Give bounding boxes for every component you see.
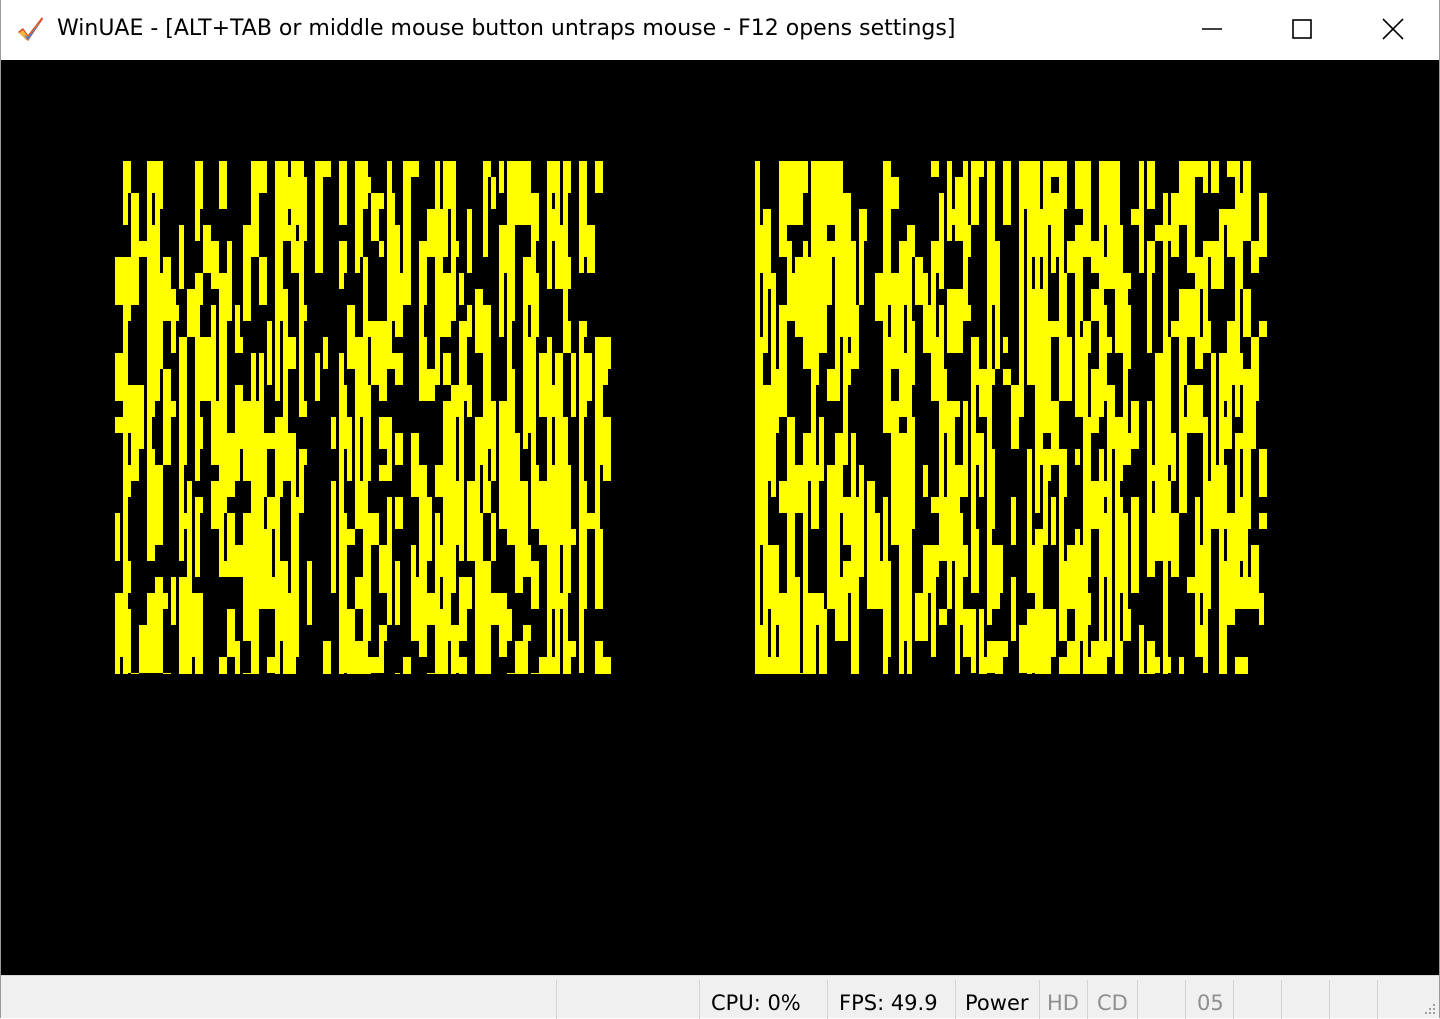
cpu-indicator: CPU: 0% [699,980,827,1019]
title-bar[interactable]: WinUAE - [ALT+TAB or middle mouse button… [1,0,1439,60]
checkmark-icon [18,17,43,41]
close-button[interactable] [1348,0,1438,58]
status-message-area [1,980,556,1019]
drive-led-3[interactable] [1329,980,1377,1019]
maximize-button[interactable] [1257,0,1347,58]
close-icon [1382,18,1404,40]
drive-led-0[interactable] [1137,980,1185,1019]
hd-led[interactable]: HD [1039,980,1087,1019]
drive-led-1[interactable] [1233,980,1281,1019]
fps-indicator: FPS: 49.9 [827,980,955,1019]
minimize-icon [1202,28,1222,30]
cd-led[interactable]: CD [1087,980,1137,1019]
drive-led-2[interactable] [1281,980,1329,1019]
drive-counter[interactable]: 05 [1185,980,1233,1019]
maximize-icon [1292,19,1312,39]
emulator-display[interactable] [1,60,1439,975]
left-pattern-block [115,161,611,674]
status-blank-pane [556,980,699,1019]
resize-grip-icon[interactable] [1421,1000,1437,1016]
winuae-window: WinUAE - [ALT+TAB or middle mouse button… [0,0,1440,1019]
minimize-button[interactable] [1167,0,1257,58]
window-title: WinUAE - [ALT+TAB or middle mouse button… [57,16,956,41]
status-bar: CPU: 0% FPS: 49.9 Power HD CD 05 [1,975,1439,1019]
power-led[interactable]: Power [955,980,1039,1019]
right-pattern-block [755,161,1267,674]
